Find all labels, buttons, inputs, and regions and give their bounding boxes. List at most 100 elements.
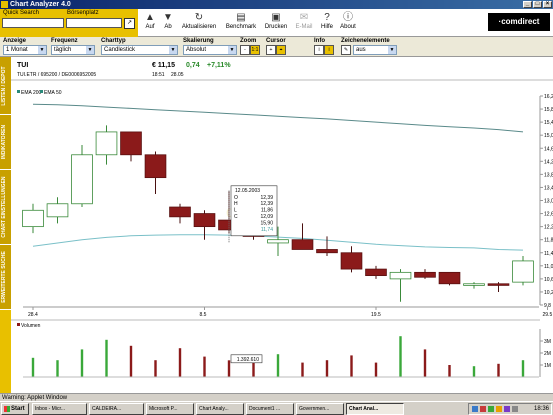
minimize-button[interactable]: _ (523, 1, 532, 8)
candle-body (365, 268, 387, 277)
about-button[interactable]: ⓘ About (338, 11, 358, 30)
zeichenelemente-select[interactable]: aus ▼ (353, 45, 397, 55)
volume-bar (203, 356, 206, 377)
chart-area[interactable]: TUI TUI.ETR / 695200 / DE0006952005 € 11… (11, 57, 553, 401)
chevron-down-icon: ▼ (228, 46, 236, 54)
tooltip-row-value: 11,74 (261, 227, 273, 233)
volume-bar (105, 339, 108, 377)
benchmark-button[interactable]: ▤ Benchmark (223, 11, 259, 30)
legend-swatch-ema200 (17, 90, 20, 93)
chart-settings-bar: Anzeige 1 Monat ▼ Frequenz täglich ▼ Chart… (0, 37, 553, 57)
price-tick-label: 14,6 (544, 146, 553, 152)
charttyp-select[interactable]: Candlestick ▼ (101, 45, 178, 55)
drawing-tool-button[interactable]: ✎ (341, 45, 351, 55)
aktualisieren-button[interactable]: ↻ Aktualisieren (178, 11, 220, 30)
candle-body (414, 271, 436, 278)
task-button[interactable]: Microsoft P... (146, 403, 194, 415)
task-button-active[interactable]: Chart Anal... (346, 403, 404, 415)
zoom-reset-button[interactable]: 1:1 (250, 45, 260, 55)
instrument-change-pct: +7,11% (207, 62, 231, 69)
main-toolbar: Quick Search Börsenplatz ↗ ▲ Auf ▼ Ab ↻ Akt… (0, 9, 553, 37)
volume-bar (497, 363, 500, 377)
ab-button[interactable]: ▼ Ab (160, 11, 176, 30)
legend-ema50: EMA 50 (44, 90, 62, 96)
anzeige-select[interactable]: 1 Monat ▼ (3, 45, 47, 55)
instrument-identifiers: TUI.ETR / 695200 / DE0006952005 (17, 72, 96, 78)
legend-swatch-volume (17, 323, 20, 326)
volume-bar (521, 360, 525, 377)
hilfe-button[interactable]: ? Hilfe (318, 11, 336, 30)
volume-tooltip-value: 1.392.610 (237, 357, 259, 363)
volume-bar (374, 362, 378, 377)
candle-body (512, 260, 534, 283)
maximize-button[interactable]: □ (533, 1, 542, 8)
price-tick-label: 10,2 (544, 290, 553, 296)
quick-search-label: Quick Search (3, 10, 40, 16)
tray-printer-icon[interactable] (512, 406, 518, 412)
volume-bar (448, 365, 451, 377)
price-tick-label: 16,2 (544, 94, 553, 100)
chevron-down-icon: ▼ (388, 46, 396, 54)
tooltip-row-key: H (234, 201, 238, 207)
question-icon: ? (324, 12, 330, 23)
printer-icon: ▣ (271, 12, 281, 23)
candle-body (463, 283, 485, 286)
quote-date: 28.05 (171, 72, 184, 78)
drucken-button[interactable]: ▣ Drucken (262, 11, 290, 30)
frequenz-select[interactable]: täglich ▼ (51, 45, 95, 55)
cursor-crosshair-button[interactable]: + (266, 45, 276, 55)
sidebar-tab-chart-einstellungen[interactable]: CHART EINSTELLUNGEN (0, 170, 11, 245)
anzeige-setting: Anzeige 1 Monat ▼ (3, 38, 47, 55)
chevron-down-icon: ▼ (86, 46, 94, 54)
task-button[interactable]: Chart Analy... (196, 403, 244, 415)
tooltip-row-key: L (234, 208, 237, 214)
quick-search-input[interactable] (2, 18, 64, 28)
price-tick-label: 10,6 (544, 277, 553, 283)
task-button[interactable]: Governmen... (296, 403, 344, 415)
tray-network-icon[interactable] (472, 406, 478, 412)
tray-app-icon[interactable] (488, 406, 494, 412)
taskbar: Start Inbox - Micr... CALDEIRA... Micros… (0, 401, 553, 415)
info-on-button[interactable]: i (324, 45, 334, 55)
task-button[interactable]: Document1 ... (246, 403, 294, 415)
legend-swatch-ema50 (40, 90, 43, 93)
start-button[interactable]: Start (1, 403, 29, 415)
auf-button[interactable]: ▲ Auf (141, 11, 159, 30)
search-go-button[interactable]: ↗ (124, 18, 135, 29)
volume-tick-label: 3M (544, 339, 551, 345)
tray-antivirus-icon[interactable] (480, 406, 486, 412)
frequenz-setting: Frequenz täglich ▼ (51, 38, 95, 55)
window-title: Chart Analyzer 4.0 (10, 1, 71, 8)
volume-bar (252, 362, 255, 377)
sidebar-tab-erweiterte-suche[interactable]: ERWEITERTE SUCHE (0, 245, 11, 310)
price-tick-label: 15,8 (544, 107, 553, 113)
sidebar-tab-listen-depot[interactable]: LISTEN / DEPOT (0, 57, 11, 115)
tray-volume-icon[interactable] (496, 406, 502, 412)
candle-body (71, 154, 93, 205)
cursor-target-button[interactable]: ⌖ (276, 45, 286, 55)
email-button[interactable]: ✉ E-Mail (292, 11, 316, 30)
candle-body (22, 209, 44, 228)
legend-ema200: EMA 200 (21, 90, 42, 96)
candle-body (438, 271, 461, 285)
tray-messenger-icon[interactable] (504, 406, 510, 412)
envelope-icon: ✉ (299, 12, 309, 23)
zoom-out-button[interactable]: - (240, 45, 250, 55)
quick-search-panel: Quick Search Börsenplatz ↗ (0, 9, 138, 37)
sidebar-tab-indikatoren[interactable]: INDIKATOREN (0, 115, 11, 170)
volume-bar (423, 349, 427, 377)
price-tick-label: 13,4 (544, 185, 553, 191)
skalierung-select[interactable]: Absolut ▼ (183, 45, 237, 55)
candle-body (169, 206, 191, 218)
task-button[interactable]: Inbox - Micr... (32, 403, 87, 415)
boersenplatz-select[interactable] (66, 18, 122, 28)
sidebar: LISTEN / DEPOT INDIKATOREN CHART EINSTEL… (0, 57, 11, 401)
info-off-button[interactable]: i (314, 45, 324, 55)
info-setting: Info ii (314, 38, 338, 55)
close-button[interactable]: × (543, 1, 552, 8)
chart-svg[interactable]: TUI TUI.ETR / 695200 / DE0006952005 € 11… (11, 57, 553, 393)
x-tick-label: 29.5 (543, 312, 553, 318)
window-titlebar[interactable]: Chart Analyzer 4.0 _ □ × (0, 0, 553, 9)
task-button[interactable]: CALDEIRA... (89, 403, 144, 415)
price-tick-label: 13,8 (544, 172, 553, 178)
